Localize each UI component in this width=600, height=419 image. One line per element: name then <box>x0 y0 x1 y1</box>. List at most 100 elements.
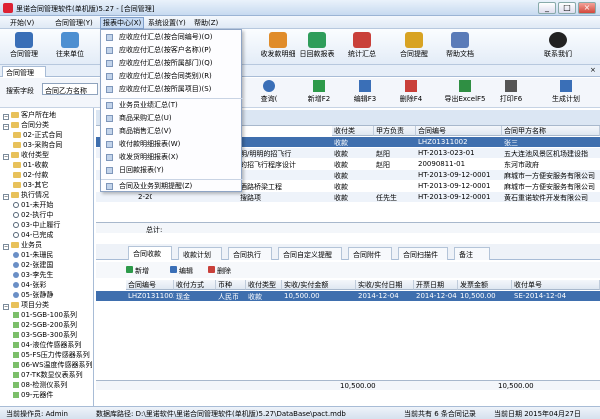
query-button[interactable]: 查询( <box>254 80 284 104</box>
menu-settings[interactable]: 系统设置(Y) <box>148 18 186 28</box>
report-menu-item[interactable]: 应收应付汇总(按合同编号)(O) <box>101 32 243 43</box>
detail-add-button[interactable]: 新增 <box>126 266 149 276</box>
tree-node[interactable]: − 客户所在地 <box>3 110 56 120</box>
detail-tab[interactable]: 合同扫描件 <box>398 247 448 260</box>
expand-toggle-icon[interactable]: − <box>3 124 9 130</box>
tree-node[interactable]: 07-TK数显仪表系列 <box>13 370 83 380</box>
tree-node[interactable]: 09-元器件 <box>13 390 53 400</box>
payment-col-header[interactable]: 收付类型 <box>246 280 282 290</box>
minimize-button[interactable]: _ <box>538 2 556 14</box>
tree-node[interactable]: − 执行情况 <box>3 190 49 200</box>
tree-node[interactable]: 03-采购合同 <box>13 140 62 150</box>
tree-node[interactable]: 06-WS温度传感器系列 <box>13 360 93 370</box>
payment-col-header[interactable]: 实收/实付金额 <box>282 280 356 290</box>
report-menu-item[interactable]: 日回款报表(Y) <box>101 165 243 176</box>
payment-col-header[interactable]: 合同编号 <box>126 280 174 290</box>
tree-node[interactable]: − 合同分类 <box>3 120 49 130</box>
toolbar-help-button[interactable]: 帮助文档 <box>438 31 482 63</box>
print-button[interactable]: 打印F6 <box>496 80 526 104</box>
tree-node[interactable]: 05-FS压力传感器系列 <box>13 350 90 360</box>
detail-delete-button[interactable]: 删除 <box>208 266 231 276</box>
report-menu-item[interactable]: 业务员业绩汇总(T) <box>101 100 243 111</box>
col-header-party-a[interactable]: 合同甲方名称 <box>502 126 600 136</box>
report-menu-item[interactable]: 收付款明细报表(W) <box>101 139 243 150</box>
detail-tab[interactable]: 收款计划 <box>178 247 222 260</box>
maximize-button[interactable]: □ <box>558 2 576 14</box>
report-menu-item[interactable]: 应收应付汇总(按所属项目)(S) <box>101 84 243 95</box>
payment-row[interactable]: LHZ01311002 现金 人民币 收款 10,500.00 2014-12-04 201… <box>96 291 600 301</box>
report-menu-item[interactable]: 收发货明细报表(X) <box>101 152 243 163</box>
tree-node[interactable]: 03-李先生 <box>13 270 53 280</box>
tree-node[interactable]: 02-SGB-200系列 <box>13 320 77 330</box>
table-row[interactable]: 2-2013-01-01 搜路项 收款 任先生 HT-2013-09-12-0001 黄石… <box>96 192 600 202</box>
menu-help[interactable]: 帮助(Z) <box>194 18 218 28</box>
tree-node[interactable]: − 业务员 <box>3 240 42 250</box>
tree-node[interactable]: 04-张彩 <box>13 280 46 290</box>
tree-node[interactable]: 02-张建国 <box>13 260 53 270</box>
expand-toggle-icon[interactable]: − <box>3 304 9 310</box>
export-excel-button[interactable]: 导出ExcelF5 <box>440 80 490 104</box>
expand-toggle-icon[interactable]: − <box>3 154 9 160</box>
tree-node[interactable]: 02-执行中 <box>13 210 53 220</box>
tab-contract-management[interactable]: 合同管理 <box>2 66 46 77</box>
detail-tab[interactable]: 合同执行 <box>228 247 272 260</box>
report-menu-item[interactable]: 应收应付汇总(按合同类别)(R) <box>101 71 243 82</box>
tree-node[interactable]: 05-张静静 <box>13 290 53 300</box>
tree-node[interactable]: 02-正式合同 <box>13 130 62 140</box>
report-menu-label: 应收应付汇总(按所属部门)(Q) <box>119 59 213 67</box>
col-header-contract-no[interactable]: 合同编号 <box>416 126 502 136</box>
category-tree[interactable]: − 客户所在地 − 合同分类 02-正式合同 03-采购合同 − 收付类型 01-收款 02-付款… <box>0 108 94 406</box>
tree-node[interactable]: 03-其它 <box>13 180 48 190</box>
report-menu-item[interactable]: 商品采购汇总(U) <box>101 113 243 124</box>
tree-node[interactable]: 04-已完成 <box>13 230 53 240</box>
detail-tab[interactable]: 合同自定义提醒 <box>278 247 342 260</box>
detail-tab[interactable]: 合同收款 <box>128 246 172 260</box>
tree-node[interactable]: 01-朱珊民 <box>13 250 53 260</box>
tree-node[interactable]: 02-付款 <box>13 170 48 180</box>
add-button[interactable]: 新增F2 <box>302 80 336 104</box>
tree-node[interactable]: 03-中止履行 <box>13 220 60 230</box>
report-menu-item[interactable]: 应收应付汇总(按客户名称)(P) <box>101 45 243 56</box>
generate-plan-button[interactable]: 生成计划 <box>546 80 586 104</box>
payment-col-header[interactable]: 发票金额 <box>458 280 512 290</box>
toolbar-daily-report-button[interactable]: 日回款报表 <box>292 31 342 63</box>
col-header-type[interactable]: 收付类 <box>332 126 374 136</box>
tree-node[interactable]: 01-未开始 <box>13 200 53 210</box>
toolbar-statistics-button[interactable]: 统计汇总 <box>340 31 384 63</box>
expand-toggle-icon[interactable]: − <box>3 194 9 200</box>
tree-node[interactable]: 03-SGB-300系列 <box>13 330 77 340</box>
menu-start[interactable]: 开始(V) <box>10 18 34 28</box>
detail-edit-button[interactable]: 编辑 <box>170 266 193 276</box>
payment-col-header[interactable]: 实收/实付日期 <box>356 280 414 290</box>
report-menu-item[interactable]: 应收应付汇总(按所属部门)(Q) <box>101 58 243 69</box>
detail-tab[interactable]: 合同附件 <box>348 247 392 260</box>
edit-button[interactable]: 编辑F3 <box>348 80 382 104</box>
report-menu-label: 收付款明细报表(W) <box>119 140 181 148</box>
tree-node[interactable]: 01-SGB-100系列 <box>13 310 77 320</box>
tree-node[interactable]: 01-收款 <box>13 160 48 170</box>
close-tab-icon[interactable]: × <box>590 66 596 74</box>
toolbar-contract-button[interactable]: 合同管理 <box>2 31 46 63</box>
tree-node[interactable]: − 项目分类 <box>3 300 49 310</box>
search-field-select[interactable]: 合同乙方名称 <box>42 83 98 95</box>
menu-reports[interactable]: 报表中心(X) <box>100 17 145 29</box>
report-menu-item[interactable]: 合同及业务到期提醒(Z) <box>101 181 243 192</box>
report-menu-item[interactable]: 商品销售汇总(V) <box>101 126 243 137</box>
toolbar-partners-button[interactable]: 往来单位 <box>48 31 92 63</box>
menu-contract[interactable]: 合同管理(Y) <box>55 18 93 28</box>
payment-grid[interactable]: 合同编号 收付方式 币种 收付类型 实收/实付金额 实收/实付日期 开票日期 发票金额 收付单号… <box>96 280 600 390</box>
expand-toggle-icon[interactable]: − <box>3 244 9 250</box>
col-header-owner[interactable]: 甲方负责 <box>374 126 416 136</box>
payment-col-header[interactable]: 收付方式 <box>174 280 216 290</box>
payment-col-header[interactable]: 开票日期 <box>414 280 458 290</box>
close-button[interactable]: × <box>578 2 596 14</box>
tree-node[interactable]: 08-检测仪系列 <box>13 380 67 390</box>
delete-button[interactable]: 删除F4 <box>394 80 428 104</box>
tree-node[interactable]: − 收付类型 <box>3 150 49 160</box>
payment-col-header[interactable]: 收付单号 <box>512 280 600 290</box>
toolbar-reminder-button[interactable]: 合同提醒 <box>392 31 436 63</box>
detail-tab[interactable]: 备注 <box>454 247 490 260</box>
payment-col-header[interactable]: 币种 <box>216 280 246 290</box>
toolbar-contact-button[interactable]: 联系我们 <box>536 31 580 63</box>
tree-node[interactable]: 04-液位传感器系列 <box>13 340 81 350</box>
